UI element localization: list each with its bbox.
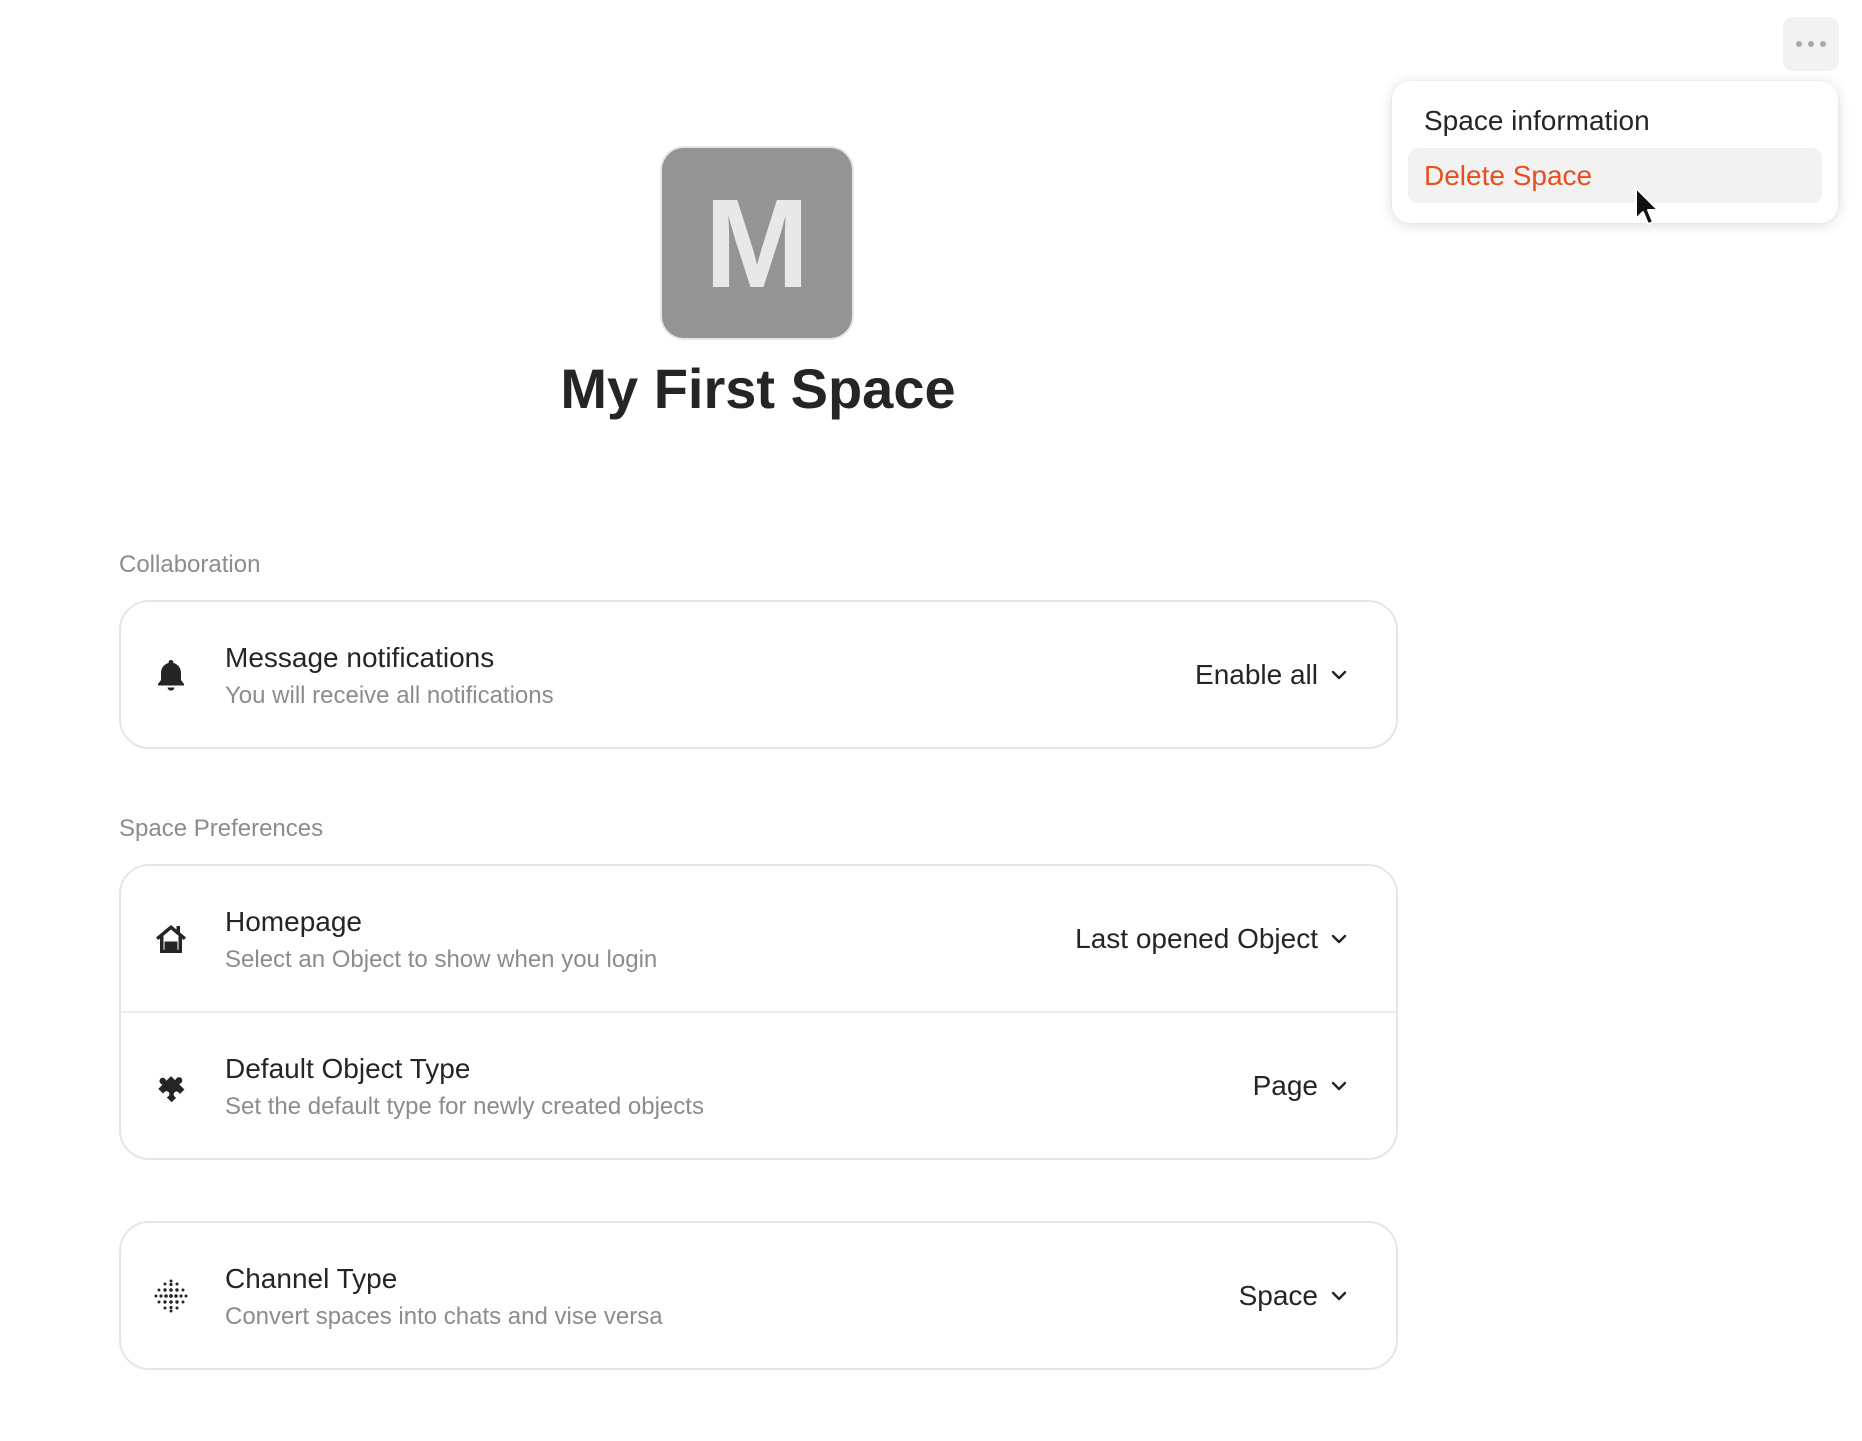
chevron-down-icon: [1330, 669, 1348, 681]
row-title: Default Object Type: [225, 1053, 471, 1084]
homepage-select[interactable]: Last opened Object: [1075, 923, 1348, 955]
channel-type-row[interactable]: Channel Type Convert spaces into chats a…: [121, 1223, 1396, 1368]
row-title: Homepage: [225, 906, 362, 937]
default-object-type-select[interactable]: Page: [1253, 1070, 1348, 1102]
bell-icon: [153, 657, 189, 693]
select-value: Space: [1238, 1279, 1318, 1311]
menu-item-space-information[interactable]: Space information: [1408, 93, 1822, 148]
select-value: Page: [1252, 1069, 1318, 1101]
row-subtitle: You will receive all notifications: [225, 682, 554, 709]
section-label-collaboration: Collaboration: [119, 551, 261, 578]
select-value: Enable all: [1195, 658, 1318, 690]
menu-item-delete-space[interactable]: Delete Space: [1408, 148, 1822, 203]
space-avatar-letter: M: [704, 172, 810, 314]
homepage-row[interactable]: Homepage Select an Object to show when y…: [121, 866, 1396, 1011]
space-options-menu: Space information Delete Space: [1392, 81, 1838, 223]
channel-type-select[interactable]: Space: [1239, 1280, 1348, 1312]
row-subtitle: Set the default type for newly created o…: [225, 1093, 704, 1120]
mouse-cursor-icon: [1635, 187, 1659, 225]
space-preferences-card: Homepage Select an Object to show when y…: [119, 864, 1398, 1160]
select-value: Last opened Object: [1075, 922, 1318, 954]
row-subtitle: Convert spaces into chats and vise versa: [225, 1303, 663, 1330]
row-subtitle: Select an Object to show when you login: [225, 946, 658, 973]
collaboration-card: Message notifications You will receive a…: [119, 600, 1398, 749]
section-label-space-preferences: Space Preferences: [119, 815, 324, 842]
default-object-type-row[interactable]: Default Object Type Set the default type…: [121, 1011, 1396, 1158]
dots-grid-icon: [153, 1278, 189, 1314]
notifications-select[interactable]: Enable all: [1195, 659, 1348, 691]
chevron-down-icon: [1330, 1080, 1348, 1092]
home-icon: [153, 921, 189, 957]
row-title: Message notifications: [225, 642, 495, 673]
ellipsis-icon: [1795, 40, 1827, 48]
space-avatar[interactable]: M: [662, 148, 852, 338]
puzzle-icon: [153, 1068, 189, 1104]
chevron-down-icon: [1330, 933, 1348, 945]
channel-card: Channel Type Convert spaces into chats a…: [119, 1221, 1398, 1370]
more-options-button[interactable]: [1783, 17, 1839, 71]
chevron-down-icon: [1330, 1290, 1348, 1302]
message-notifications-row[interactable]: Message notifications You will receive a…: [121, 602, 1396, 747]
space-title[interactable]: My First Space: [460, 356, 1056, 421]
row-title: Channel Type: [225, 1263, 398, 1294]
